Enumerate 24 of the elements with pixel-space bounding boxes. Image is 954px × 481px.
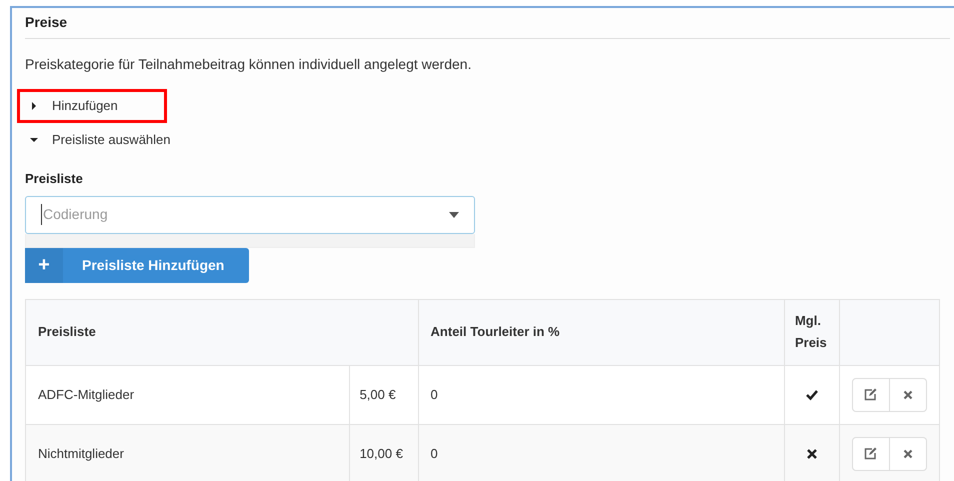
close-icon <box>902 448 913 458</box>
collapse-toggle[interactable]: Hinzufügen <box>25 96 118 116</box>
delete-button[interactable] <box>890 378 927 412</box>
edit-icon <box>864 447 878 460</box>
collapse-toggle[interactable]: Preisliste auswählen <box>25 130 171 150</box>
table-cell: Nichtmitglieder <box>26 424 350 481</box>
table-cell: 5,00 € <box>349 365 418 424</box>
column-header: Mgl. Preis <box>784 299 840 365</box>
field-label: Preisliste <box>25 170 84 188</box>
section-description: Preiskategorie für Teilnahmebeitrag können individuell angelegt werden. <box>25 55 472 74</box>
table-cell: 0 <box>418 365 784 424</box>
section-title: Preise <box>25 8 950 39</box>
edit-button[interactable] <box>852 378 890 412</box>
edit-icon <box>864 388 878 401</box>
caret-down-icon <box>449 212 459 218</box>
caret-right-icon <box>29 101 39 111</box>
column-header: Anteil Tourleiter in % <box>418 299 784 365</box>
table-cell: ADFC-Mitglieder <box>26 365 350 424</box>
edit-button[interactable] <box>852 436 890 470</box>
close-icon <box>902 390 913 400</box>
add-pricelist-button[interactable]: + Preisliste Hinzufügen <box>25 248 249 282</box>
delete-button[interactable] <box>890 436 927 470</box>
caret-down-icon <box>29 135 39 145</box>
column-header: Preisliste <box>26 299 418 365</box>
